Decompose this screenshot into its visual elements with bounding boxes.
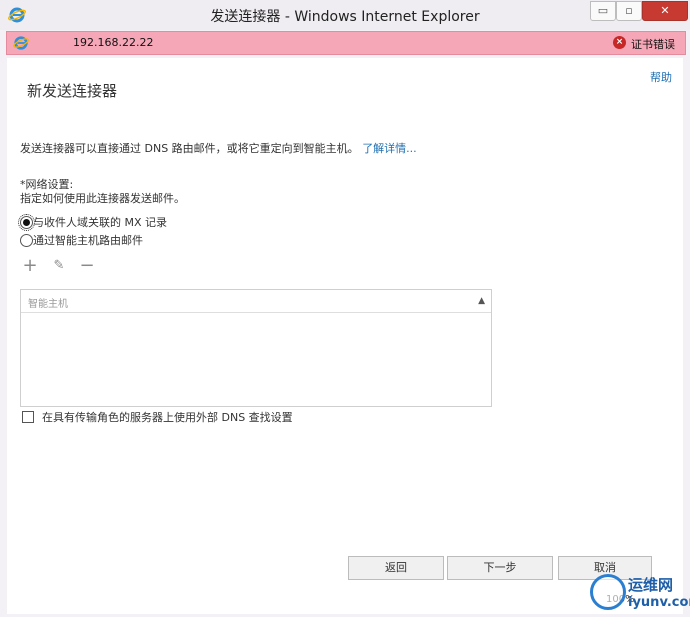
page-title: 新发送连接器 xyxy=(27,82,118,100)
next-button[interactable]: 下一步 xyxy=(447,556,553,580)
radio-button-unchecked[interactable] xyxy=(20,233,33,247)
watermark-line1: 运维网 xyxy=(628,576,674,594)
back-button[interactable]: 返回 xyxy=(348,556,444,580)
network-settings-hint: 指定如何使用此连接器发送邮件。 xyxy=(20,192,185,205)
add-icon[interactable]: + xyxy=(22,257,38,275)
ie-window: 发送连接器 - Windows Internet Explorer ▭ ▫ ✕ … xyxy=(0,0,690,617)
page-favicon-icon xyxy=(13,36,29,50)
radio-smart-host[interactable]: 通过智能主机路由邮件 xyxy=(20,232,143,247)
edit-icon[interactable]: ✎ xyxy=(51,258,67,274)
title-bar: 发送连接器 - Windows Internet Explorer ▭ ▫ ✕ xyxy=(0,0,690,30)
address-bar[interactable]: 192.168.22.22 × 证书错误 xyxy=(6,31,686,55)
error-x-icon[interactable]: × xyxy=(613,36,626,49)
radio-mx-record[interactable]: 与收件人域关联的 MX 记录 xyxy=(18,213,168,231)
close-button[interactable]: ✕ xyxy=(642,1,688,21)
external-dns-label: 在具有传输角色的服务器上使用外部 DNS 查找设置 xyxy=(42,411,293,424)
external-dns-option[interactable]: 在具有传输角色的服务器上使用外部 DNS 查找设置 xyxy=(22,409,293,425)
help-link[interactable]: 帮助 xyxy=(650,69,672,85)
minimize-button[interactable]: ▭ xyxy=(590,1,616,21)
watermark-line2: iyunv.com xyxy=(628,595,690,610)
address-url[interactable]: 192.168.22.22 xyxy=(73,36,153,49)
learn-more-link[interactable]: 了解详情... xyxy=(362,142,417,155)
maximize-button[interactable]: ▫ xyxy=(616,1,642,21)
watermark-circle-icon xyxy=(590,574,626,610)
watermark-logo: 运维网 iyunv.com xyxy=(590,570,690,617)
certificate-error-label[interactable]: 证书错误 xyxy=(631,36,675,52)
smart-host-column-header[interactable]: 智能主机 xyxy=(28,295,68,310)
smart-host-list[interactable]: 智能主机 ▲ xyxy=(20,289,492,407)
remove-icon[interactable]: − xyxy=(79,257,95,275)
radio-smart-host-label: 通过智能主机路由邮件 xyxy=(33,234,143,247)
list-header[interactable]: 智能主机 ▲ xyxy=(21,290,491,313)
sort-ascending-icon[interactable]: ▲ xyxy=(478,296,485,306)
radio-button-checked[interactable] xyxy=(18,213,35,231)
window-title: 发送连接器 - Windows Internet Explorer xyxy=(210,9,480,25)
description: 发送连接器可以直接通过 DNS 路由邮件，或将它重定向到智能主机。 了解详情..… xyxy=(20,140,417,156)
external-dns-checkbox[interactable] xyxy=(22,411,34,423)
radio-mx-record-label: 与收件人域关联的 MX 记录 xyxy=(33,216,168,229)
description-text: 发送连接器可以直接通过 DNS 路由邮件，或将它重定向到智能主机。 xyxy=(20,142,359,155)
